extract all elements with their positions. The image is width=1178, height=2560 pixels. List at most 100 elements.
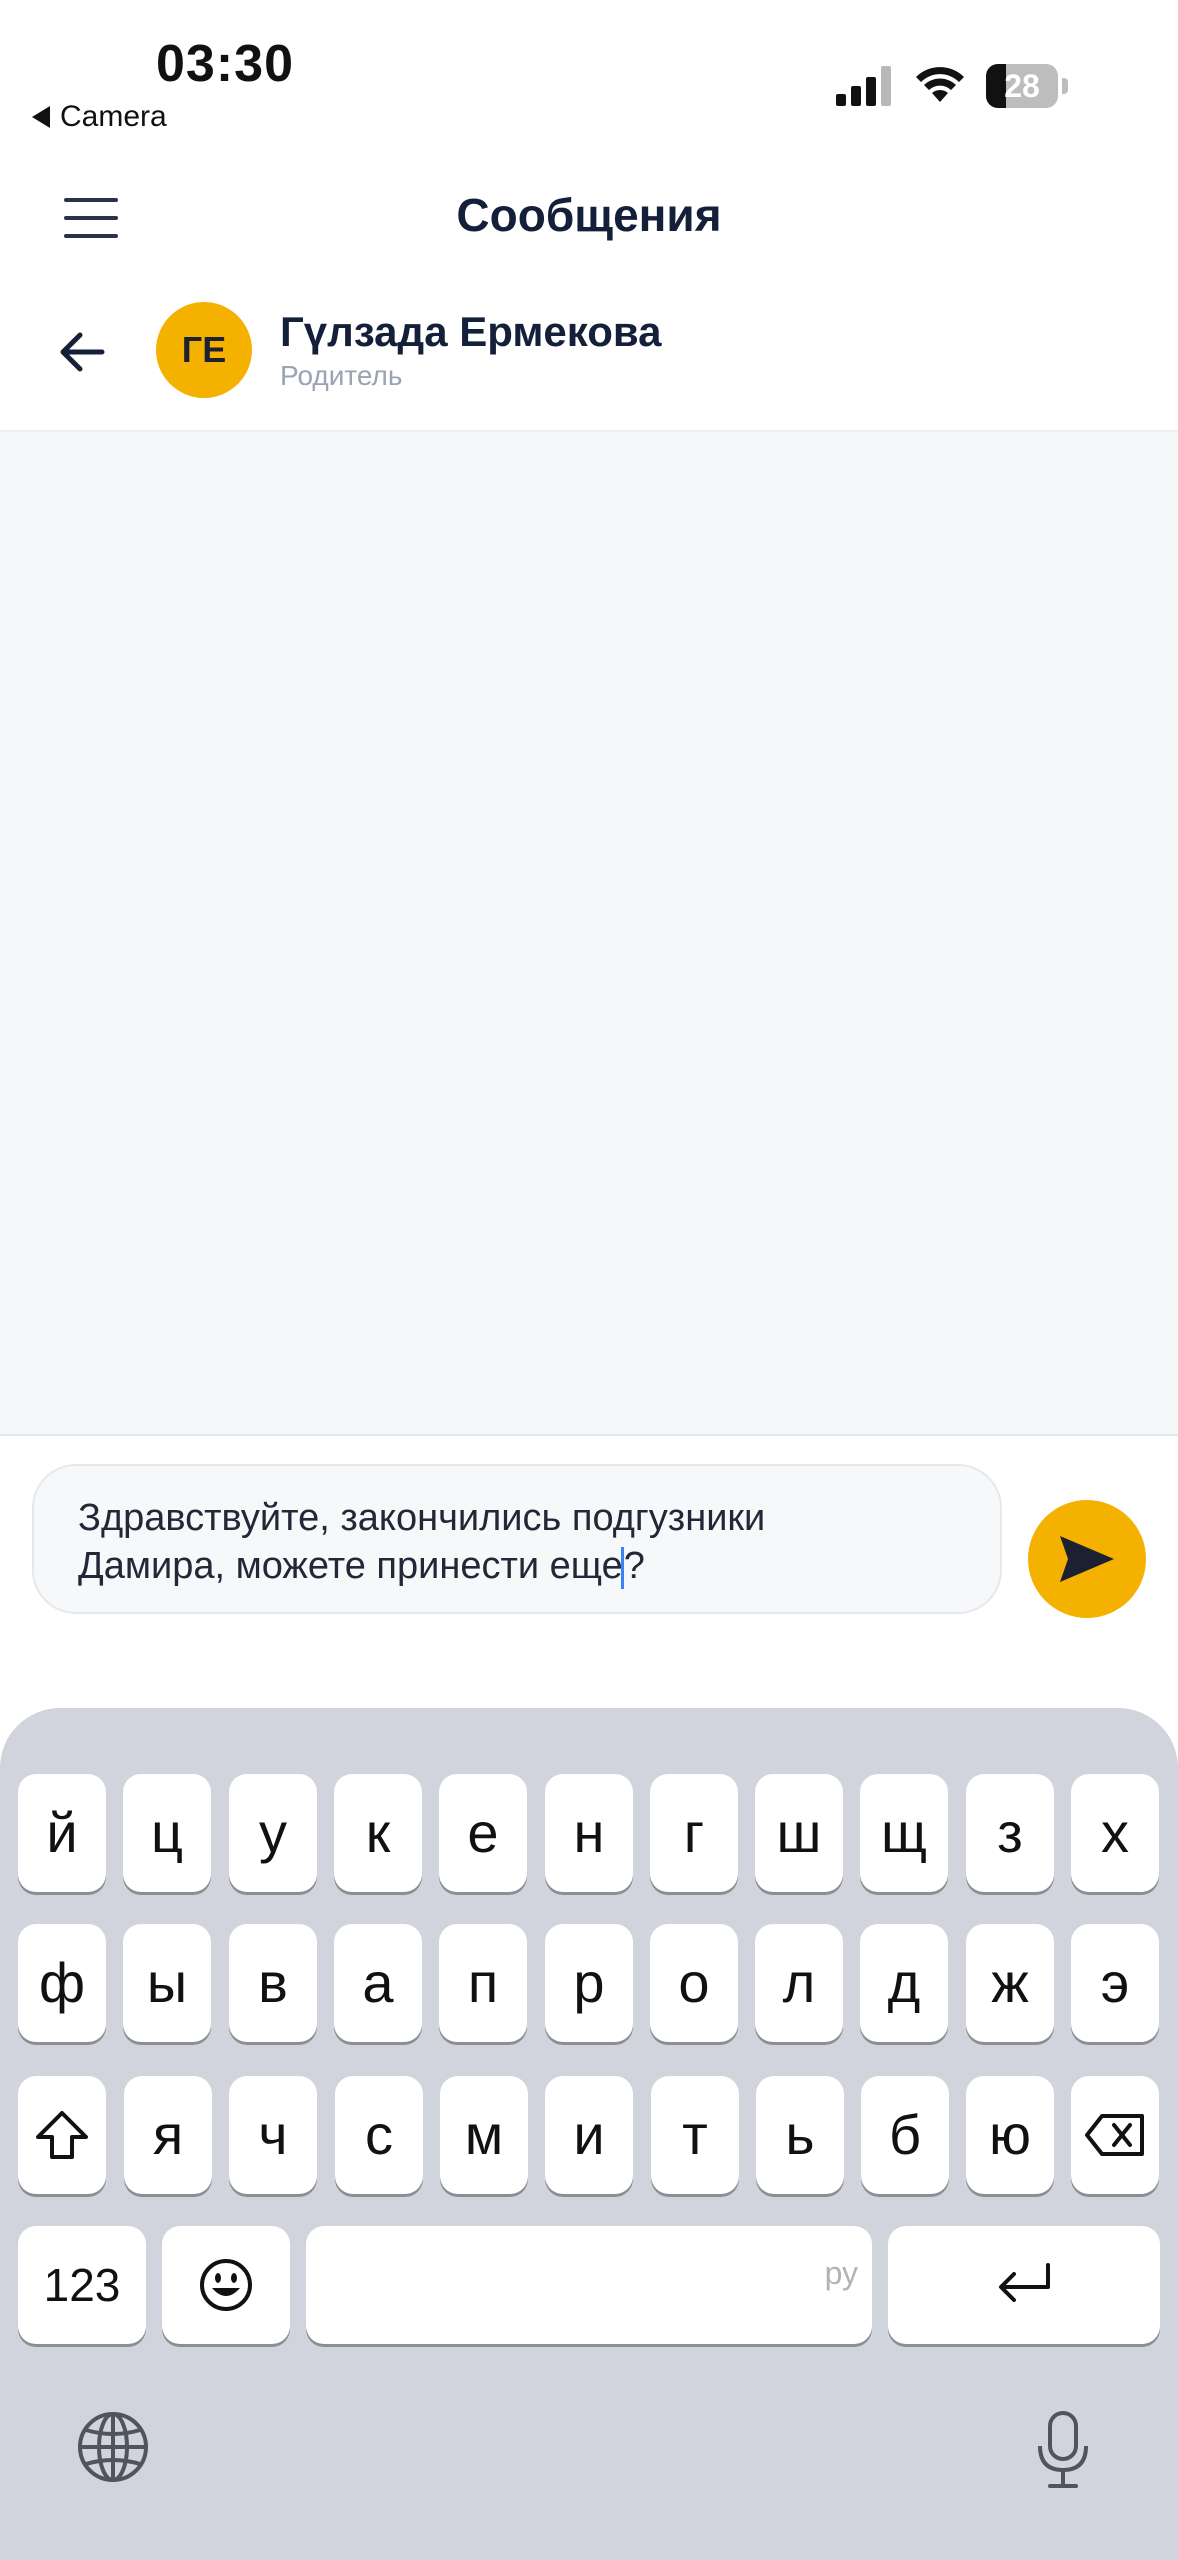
message-text-line-2: Дамира, можете принести еще bbox=[78, 1545, 623, 1587]
backspace-icon bbox=[1085, 2114, 1144, 2156]
page-title: Сообщения bbox=[456, 189, 722, 241]
key-label: р bbox=[573, 1951, 605, 2014]
back-to-app-link[interactable]: Camera bbox=[32, 100, 167, 134]
key-м[interactable]: м bbox=[440, 2076, 528, 2194]
key-а[interactable]: а bbox=[334, 1924, 422, 2042]
key-й[interactable]: й bbox=[18, 1774, 106, 1892]
key-label: ы bbox=[146, 1951, 188, 2014]
key-б[interactable]: б bbox=[861, 2076, 949, 2194]
key-label: ц bbox=[150, 1801, 184, 1864]
wifi-icon bbox=[916, 67, 964, 102]
battery-icon: 28 bbox=[986, 64, 1070, 108]
key-ц[interactable]: ц bbox=[123, 1774, 211, 1892]
back-triangle-icon bbox=[32, 106, 50, 128]
key-щ[interactable]: щ bbox=[860, 1774, 948, 1892]
key-ш[interactable]: ш bbox=[755, 1774, 843, 1892]
key-у[interactable]: у bbox=[229, 1774, 317, 1892]
shift-icon bbox=[36, 2111, 88, 2159]
key-label: п bbox=[467, 1951, 499, 2014]
key-д[interactable]: д bbox=[860, 1924, 948, 2042]
key-р[interactable]: р bbox=[545, 1924, 633, 2042]
key-label: д bbox=[887, 1951, 921, 2014]
key-label: а bbox=[362, 1951, 394, 2014]
send-icon bbox=[1060, 1536, 1114, 1582]
key-label: ч bbox=[258, 2103, 288, 2166]
key-label: й bbox=[46, 1801, 78, 1864]
key-label: ш bbox=[776, 1801, 822, 1864]
key-п[interactable]: п bbox=[439, 1924, 527, 2042]
key-я[interactable]: я bbox=[124, 2076, 212, 2194]
key-label: я bbox=[152, 2103, 184, 2166]
key-label: ю bbox=[989, 2103, 1031, 2166]
key-ч[interactable]: ч bbox=[229, 2076, 317, 2194]
key-х[interactable]: х bbox=[1071, 1774, 1159, 1892]
key-э[interactable]: э bbox=[1071, 1924, 1159, 2042]
battery-level: 28 bbox=[1004, 68, 1040, 104]
key-label: с bbox=[365, 2103, 393, 2166]
key-о[interactable]: о bbox=[650, 1924, 738, 2042]
key-label: ф bbox=[38, 1951, 86, 2014]
key-label: и bbox=[573, 2103, 605, 2166]
key-label: з bbox=[997, 1801, 1023, 1864]
return-key[interactable] bbox=[888, 2226, 1160, 2344]
key-л[interactable]: л bbox=[755, 1924, 843, 2042]
space-key[interactable]: ру bbox=[306, 2226, 872, 2344]
key-label: о bbox=[678, 1951, 710, 2014]
messages-area[interactable] bbox=[0, 432, 1178, 1436]
key-ю[interactable]: ю bbox=[966, 2076, 1054, 2194]
emoji-key[interactable] bbox=[162, 2226, 290, 2344]
key-label: н bbox=[573, 1801, 605, 1864]
delete-key[interactable] bbox=[1071, 2076, 1159, 2194]
key-с[interactable]: с bbox=[335, 2076, 423, 2194]
message-input[interactable]: Здравствуйте, закончились подгузники Дам… bbox=[32, 1464, 1002, 1614]
message-text-line-2-end: ? bbox=[623, 1545, 645, 1587]
key-к[interactable]: к bbox=[334, 1774, 422, 1892]
key-label: ж bbox=[991, 1951, 1029, 2014]
status-bar: 03:30 Camera 28 bbox=[0, 0, 1178, 150]
key-label: л bbox=[782, 1951, 816, 2014]
shift-key[interactable] bbox=[18, 2076, 106, 2194]
contact-role: Родитель bbox=[280, 360, 403, 391]
keyboard: 123 ру й ц у к е н г шщ з х фы в а п р о л д ж э я ч с м и т ь б ю bbox=[0, 1708, 1178, 2560]
emoji-icon bbox=[200, 2259, 252, 2311]
cellular-signal-icon bbox=[836, 66, 891, 106]
key-г[interactable]: г bbox=[650, 1774, 738, 1892]
key-label: г bbox=[683, 1801, 705, 1864]
key-е[interactable]: е bbox=[439, 1774, 527, 1892]
key-label: в bbox=[258, 1951, 288, 2014]
key-label: у bbox=[259, 1801, 287, 1864]
key-label: к bbox=[365, 1801, 391, 1864]
return-icon bbox=[999, 2263, 1050, 2302]
key-label: щ bbox=[880, 1801, 928, 1864]
key-н[interactable]: н bbox=[545, 1774, 633, 1892]
avatar: ГЕ bbox=[156, 302, 252, 398]
key-label: б bbox=[888, 2103, 922, 2166]
app-header: Сообщения bbox=[0, 170, 1178, 270]
numbers-key[interactable]: 123 bbox=[18, 2226, 146, 2344]
key-label: м bbox=[464, 2103, 504, 2166]
key-label: т bbox=[682, 2103, 708, 2166]
key-label: ь bbox=[785, 2103, 815, 2166]
contact-name: Гүлзада Ермекова bbox=[280, 308, 662, 355]
key-в[interactable]: в bbox=[229, 1924, 317, 2042]
key-и[interactable]: и bbox=[545, 2076, 633, 2194]
key-ь[interactable]: ь bbox=[756, 2076, 844, 2194]
keyboard-language-label: ру bbox=[824, 2255, 858, 2291]
message-composer: Здравствуйте, закончились подгузники Дам… bbox=[0, 1436, 1178, 1706]
key-т[interactable]: т bbox=[651, 2076, 739, 2194]
key-label: э bbox=[1100, 1951, 1130, 2014]
key-з[interactable]: з bbox=[966, 1774, 1054, 1892]
status-time: 03:30 bbox=[156, 35, 294, 93]
key-ж[interactable]: ж bbox=[966, 1924, 1054, 2042]
numbers-key-label: 123 bbox=[43, 2259, 121, 2311]
key-ы[interactable]: ы bbox=[123, 1924, 211, 2042]
microphone-icon[interactable] bbox=[1034, 2410, 1092, 2490]
globe-icon[interactable] bbox=[76, 2410, 150, 2484]
chat-header: ГЕ Гүлзада Ермекова Родитель bbox=[0, 280, 1178, 432]
message-text-line-1: Здравствуйте, закончились подгузники bbox=[78, 1497, 766, 1539]
key-ф[interactable]: ф bbox=[18, 1924, 106, 2042]
send-button[interactable] bbox=[1028, 1500, 1146, 1618]
key-label: х bbox=[1101, 1801, 1129, 1864]
key-label: е bbox=[467, 1801, 499, 1864]
arrow-left-icon[interactable] bbox=[56, 326, 108, 378]
